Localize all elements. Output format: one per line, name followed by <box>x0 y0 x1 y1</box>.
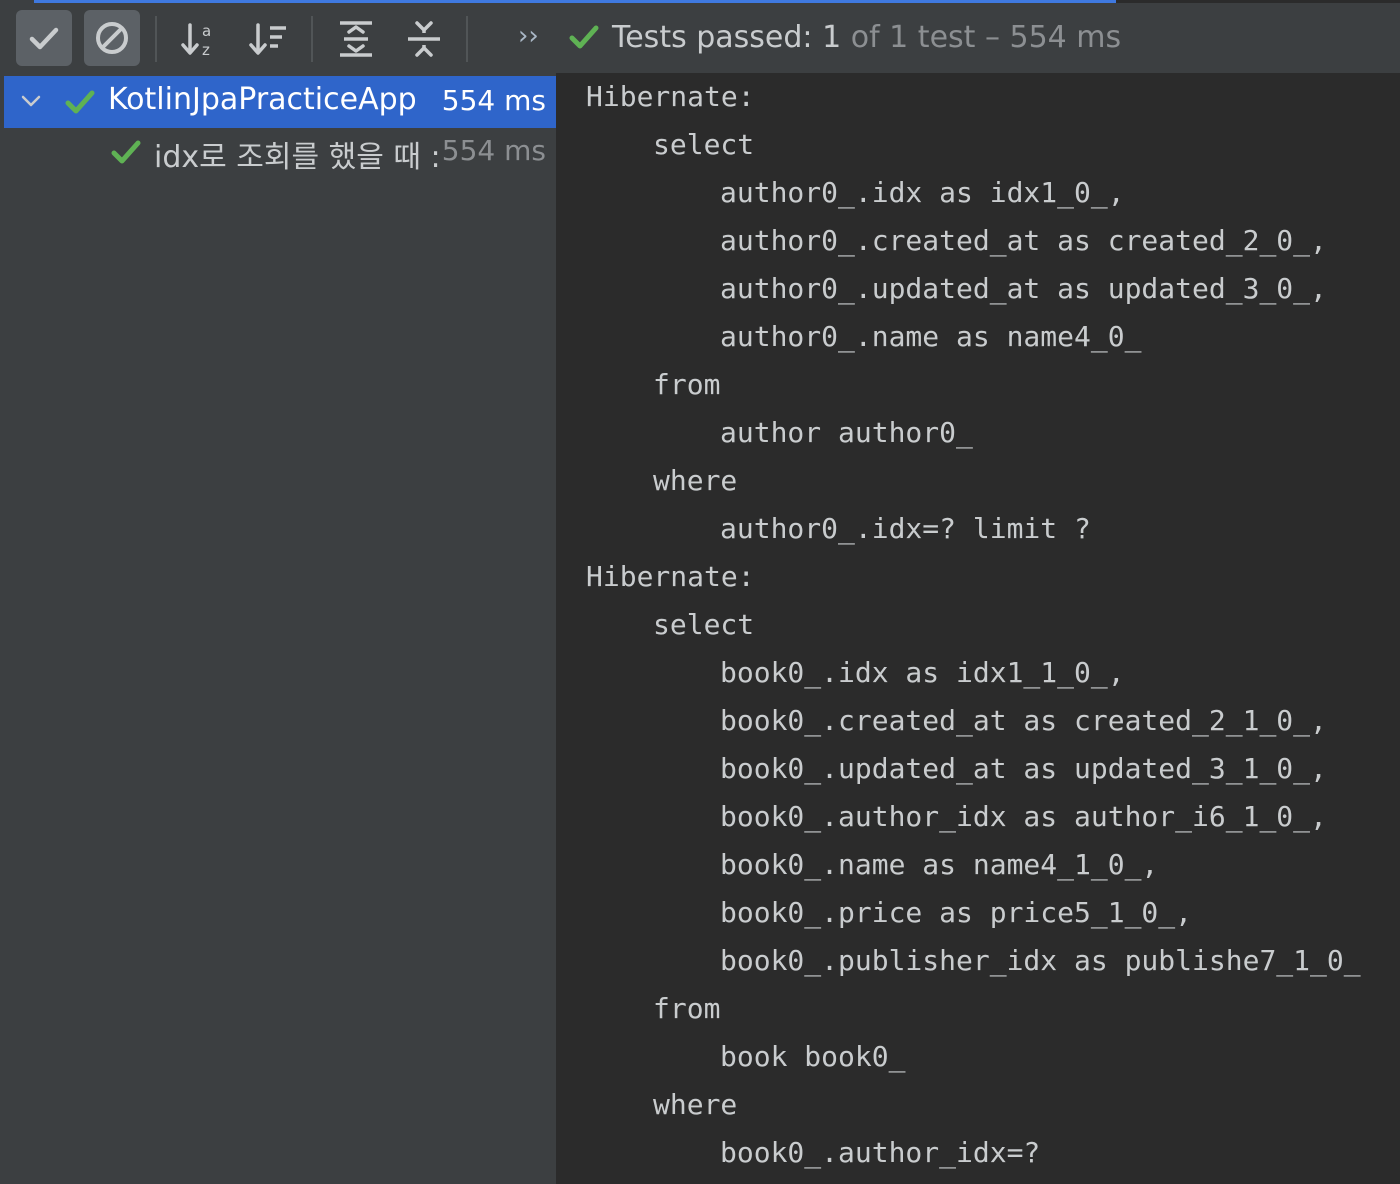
console-line: book0_.publisher_idx as publishe7_1_0_ <box>720 944 1361 977</box>
tree-item-label: KotlinJpaPracticeApp <box>108 82 417 117</box>
tree-item-label: idx로 조회를 했을 때 : <box>154 140 438 175</box>
console-line: book0_.author_idx as author_i6_1_0_, <box>720 800 1327 833</box>
console-line: book0_.author_idx=? <box>720 1136 1041 1169</box>
console-line: book0_.name as name4_1_0_, <box>720 848 1159 881</box>
tree-item-duration: 554 ms <box>441 84 546 117</box>
svg-text:a: a <box>202 22 211 40</box>
console-line: select <box>653 128 755 161</box>
console-line: where <box>653 1088 738 1121</box>
sort-alpha-icon: a z <box>181 22 211 59</box>
tree-item-duration: 554 ms <box>441 134 546 167</box>
console-line: Hibernate: <box>586 80 755 113</box>
test-runner-toolbar: a z ›› Tests passed: 1 of 1 test – 554 m… <box>0 3 1400 73</box>
console-line: book0_.idx as idx1_1_0_, <box>720 656 1125 689</box>
expand-all-icon <box>340 21 372 57</box>
console-line: author0_.idx=? limit ? <box>720 512 1091 545</box>
collapse-all-icon <box>408 21 440 57</box>
console-line: author author0_ <box>720 416 973 449</box>
console-line: book book0_ <box>720 1040 906 1073</box>
console-line: where <box>653 464 738 497</box>
toolbar-separator <box>466 16 468 62</box>
active-tab-indicator <box>34 0 1116 3</box>
cancel-circle-icon <box>96 22 128 54</box>
console-line: from <box>653 368 721 401</box>
chevron-down-icon[interactable] <box>18 88 44 114</box>
console-line: author0_.name as name4_0_ <box>720 320 1142 353</box>
console-line: Hibernate: <box>586 560 755 593</box>
toolbar-separator <box>311 16 313 62</box>
summary-count: 1 <box>822 19 842 55</box>
console-line: select <box>653 608 755 641</box>
collapse-all-button[interactable] <box>402 17 446 61</box>
show-ignored-button[interactable] <box>84 10 140 66</box>
console-line: book0_.price as price5_1_0_, <box>720 896 1193 929</box>
check-icon <box>111 140 141 164</box>
console-line: author0_.updated_at as updated_3_0_, <box>720 272 1327 305</box>
toolbar-overflow-button[interactable]: ›› <box>518 21 539 51</box>
console-output[interactable]: Hibernate: select author0_.idx as idx1_0_,… <box>556 73 1400 1184</box>
svg-text:z: z <box>202 41 210 59</box>
toolbar-separator <box>155 16 157 62</box>
show-passed-button[interactable] <box>16 10 72 66</box>
test-summary: Tests passed: 1 of 1 test – 554 ms <box>568 13 1121 61</box>
tree-item-test-method[interactable]: idx로 조회를 했을 때 : 554 ms <box>0 126 556 178</box>
summary-prefix: Tests passed: <box>612 19 813 55</box>
console-line: book0_.updated_at as updated_3_1_0_, <box>720 752 1327 785</box>
tree-item-test-class[interactable]: KotlinJpaPracticeApp 554 ms <box>4 76 556 128</box>
console-line: author0_.idx as idx1_0_, <box>720 176 1125 209</box>
console-line: from <box>653 992 721 1025</box>
console-line: author0_.created_at as created_2_0_, <box>720 224 1327 257</box>
sort-by-duration-button[interactable] <box>246 17 290 61</box>
expand-all-button[interactable] <box>334 17 378 61</box>
console-line: book0_.created_at as created_2_1_0_, <box>720 704 1327 737</box>
check-icon <box>65 90 95 114</box>
summary-detail: of 1 test – 554 ms <box>850 19 1122 55</box>
check-icon <box>568 21 600 53</box>
check-icon <box>29 27 59 50</box>
test-runner-window: a z ›› Tests passed: 1 of 1 test – 554 m… <box>0 0 1400 1184</box>
sort-alphabetically-button[interactable]: a z <box>178 17 222 61</box>
sort-duration-icon <box>249 23 286 55</box>
